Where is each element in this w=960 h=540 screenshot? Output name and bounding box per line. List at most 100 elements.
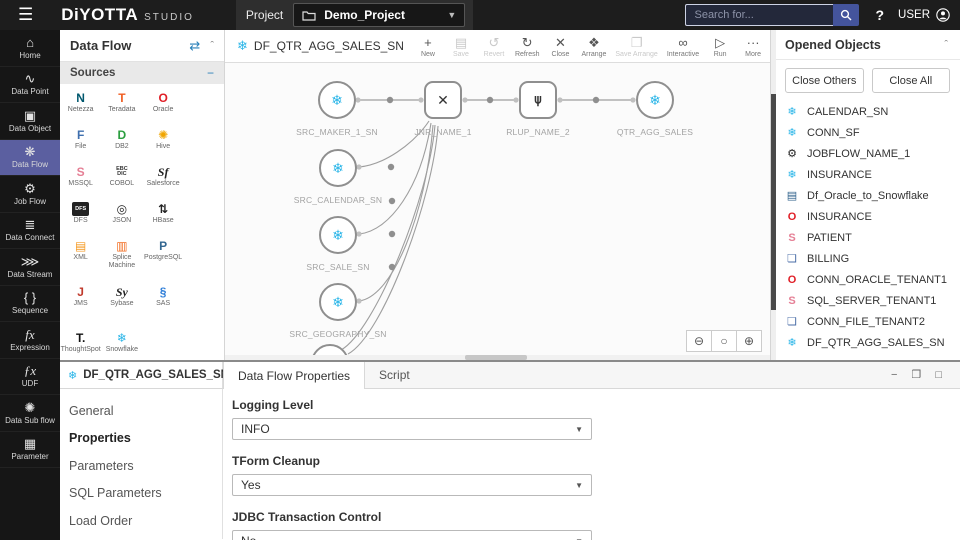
source-connector-item[interactable]: ▥ Splice Machine bbox=[101, 233, 142, 279]
sidebar-item[interactable]: ƒx UDF bbox=[0, 359, 60, 395]
node-src-maker[interactable]: ❄ bbox=[318, 81, 356, 119]
opened-object-item[interactable]: ⚙ JOBFLOW_NAME_1 bbox=[785, 143, 960, 164]
collapse-chevron-icon[interactable]: ˆ bbox=[944, 39, 948, 51]
source-connector-item[interactable]: P PostgreSQL bbox=[143, 233, 184, 279]
properties-menu-item[interactable]: SQL Parameters bbox=[60, 480, 222, 508]
source-connector-item[interactable]: D DB2 bbox=[101, 122, 142, 159]
toolbar-button[interactable]: ↺ Revert bbox=[482, 35, 506, 58]
toolbar-button-icon: + bbox=[424, 34, 432, 50]
field-select[interactable]: INFO ▼ bbox=[232, 418, 592, 440]
opened-object-item[interactable]: ▤ Df_Oracle_to_Snowflake bbox=[785, 185, 960, 206]
zoom-button[interactable]: ○ bbox=[711, 330, 737, 352]
properties-menu-item[interactable]: Parameters bbox=[60, 452, 222, 480]
source-connector-item[interactable]: ❄ Snowflake bbox=[101, 325, 142, 362]
close-all-button[interactable]: Close All bbox=[871, 68, 950, 93]
source-connector-item[interactable]: O Oracle bbox=[143, 85, 184, 122]
user-menu[interactable]: USER bbox=[898, 8, 950, 22]
source-connector-item[interactable]: Sy Sybase bbox=[101, 279, 142, 316]
toolbar-button[interactable]: ↻ Refresh bbox=[515, 35, 540, 58]
properties-menu-item[interactable]: General bbox=[60, 397, 222, 425]
opened-object-item[interactable]: ❄ CONN_SF bbox=[785, 122, 960, 143]
node-src-geography[interactable]: ❄ bbox=[319, 283, 357, 321]
opened-object-item[interactable]: O INSURANCE bbox=[785, 206, 960, 227]
toolbar-button[interactable]: ✕ Close bbox=[548, 35, 572, 58]
source-connector-item[interactable]: DFS DFS bbox=[60, 196, 101, 233]
sources-section-header[interactable]: Sources − bbox=[60, 62, 224, 85]
sidebar-item[interactable]: ∿ Data Point bbox=[0, 67, 60, 103]
search-input[interactable] bbox=[685, 4, 834, 26]
sidebar-item[interactable]: ▦ Parameter bbox=[0, 432, 60, 468]
collapse-chevron-icon[interactable]: ˆ bbox=[210, 40, 214, 52]
toolbar-button[interactable]: ▷ Run bbox=[708, 35, 732, 58]
source-connector-item[interactable]: T Teradata bbox=[101, 85, 142, 122]
sidebar-item[interactable]: { } Sequence bbox=[0, 286, 60, 322]
field-select[interactable]: No ▼ bbox=[232, 530, 592, 540]
toolbar-button[interactable]: ··· More bbox=[741, 35, 765, 58]
sidebar-item-icon: { } bbox=[23, 290, 37, 306]
toolbar-button[interactable]: ❖ Arrange bbox=[581, 35, 606, 58]
node-joiner[interactable]: ✕ bbox=[424, 81, 462, 119]
sidebar-item[interactable]: ❋ Data Flow bbox=[0, 139, 60, 176]
source-connector-icon: DFS bbox=[72, 202, 90, 216]
sidebar-item[interactable]: ⋙ Data Stream bbox=[0, 249, 60, 286]
opened-object-item[interactable]: ❏ CONN_FILE_TENANT2 bbox=[785, 311, 960, 332]
toolbar-button[interactable]: + New bbox=[416, 35, 440, 58]
sidebar-item[interactable]: ≣ Data Connect bbox=[0, 213, 60, 249]
source-connector-item[interactable]: F File bbox=[60, 122, 101, 159]
zoom-button[interactable]: ⊖ bbox=[686, 330, 712, 352]
window-control-icon[interactable]: − bbox=[891, 369, 897, 381]
node-target-qtr[interactable]: ❄ bbox=[636, 81, 674, 119]
toolbar-button[interactable]: ❐ Save Arrange bbox=[615, 35, 657, 58]
opened-object-item[interactable]: S PATIENT bbox=[785, 227, 960, 248]
help-button[interactable]: ? bbox=[875, 7, 884, 23]
opened-object-item[interactable]: ❄ INSURANCE bbox=[785, 164, 960, 185]
properties-tab[interactable]: Script bbox=[365, 362, 424, 388]
source-connector-item[interactable]: ⇅ HBase bbox=[143, 196, 184, 233]
source-connector-item[interactable]: N Netezza bbox=[60, 85, 101, 122]
source-connector-item[interactable]: ◎ JSON bbox=[101, 196, 142, 233]
properties-menu-item[interactable]: Load Order bbox=[60, 507, 222, 535]
field-select[interactable]: Yes ▼ bbox=[232, 474, 592, 496]
opened-object-item[interactable]: ❄ DF_QTR_AGG_SALES_SN bbox=[785, 332, 960, 353]
toolbar-button[interactable]: ▤ Save bbox=[449, 35, 473, 58]
opened-object-item[interactable]: ❄ CALENDAR_SN bbox=[785, 101, 960, 122]
node-rollup[interactable]: ⋔ bbox=[519, 81, 557, 119]
opened-object-item[interactable]: S SQL_SERVER_TENANT1 bbox=[785, 290, 960, 311]
window-control-icon[interactable]: □ bbox=[935, 369, 942, 381]
swap-icon[interactable]: ⇄ bbox=[189, 38, 200, 54]
vertical-scrollbar[interactable] bbox=[771, 30, 776, 360]
dataflow-tab[interactable]: ❄ DF_QTR_AGG_SALES_SN bbox=[225, 30, 416, 62]
source-connector-item[interactable]: ✺ Hive bbox=[143, 122, 184, 159]
source-connector-item[interactable]: S MSSQL bbox=[60, 159, 101, 196]
sidebar-item[interactable]: ▣ Data Object bbox=[0, 103, 60, 140]
source-connector-item[interactable]: Sf Salesforce bbox=[143, 159, 184, 196]
join-icon: ✕ bbox=[437, 91, 449, 108]
source-connector-item[interactable]: T. ThoughtSpot bbox=[60, 325, 101, 362]
scrollbar-thumb[interactable] bbox=[771, 94, 776, 310]
sidebar-item[interactable]: ✺ Data Sub flow bbox=[0, 395, 60, 432]
sidebar-item[interactable]: ⚙ Job Flow bbox=[0, 176, 60, 213]
sidebar-item[interactable]: fx Expression bbox=[0, 322, 60, 359]
app-logo: DiYOTTA STUDIO bbox=[61, 5, 194, 25]
sidebar-item[interactable]: ⌂ Home bbox=[0, 30, 60, 67]
source-connector-item[interactable]: ▤ XML bbox=[60, 233, 101, 279]
window-control-icon[interactable]: ❐ bbox=[911, 369, 921, 381]
close-others-button[interactable]: Close Others bbox=[785, 68, 864, 93]
zoom-button[interactable]: ⊕ bbox=[736, 330, 762, 352]
properties-menu-item[interactable]: Properties bbox=[60, 425, 222, 453]
project-dropdown[interactable]: Demo_Project ▼ bbox=[293, 3, 466, 27]
opened-object-item[interactable]: ❏ BILLING bbox=[785, 248, 960, 269]
object-selector-dropdown[interactable]: ❄ DF_QTR_AGG_SALES_SN ▼ bbox=[60, 362, 237, 388]
source-connector-item[interactable]: § SAS bbox=[143, 279, 184, 316]
node-src-calendar[interactable]: ❄ bbox=[319, 149, 357, 187]
flow-canvas[interactable]: ❄ SRC_MAKER_1_SN ✕ JNR_NAME_1 ⋔ RLUP_NAM… bbox=[225, 63, 770, 355]
source-connector-item[interactable]: J JMS bbox=[60, 279, 101, 325]
source-connector-item[interactable]: EBC DIC COBOL bbox=[101, 159, 142, 196]
hamburger-menu-icon[interactable]: ☰ bbox=[18, 5, 33, 25]
node-src-sale[interactable]: ❄ bbox=[319, 216, 357, 254]
panel-resize-handle[interactable] bbox=[60, 360, 960, 362]
opened-object-item[interactable]: O CONN_ORACLE_TENANT1 bbox=[785, 269, 960, 290]
search-button[interactable] bbox=[833, 4, 860, 26]
toolbar-button[interactable]: ∞ Interactive bbox=[667, 35, 699, 58]
properties-tab[interactable]: Data Flow Properties bbox=[223, 362, 366, 389]
